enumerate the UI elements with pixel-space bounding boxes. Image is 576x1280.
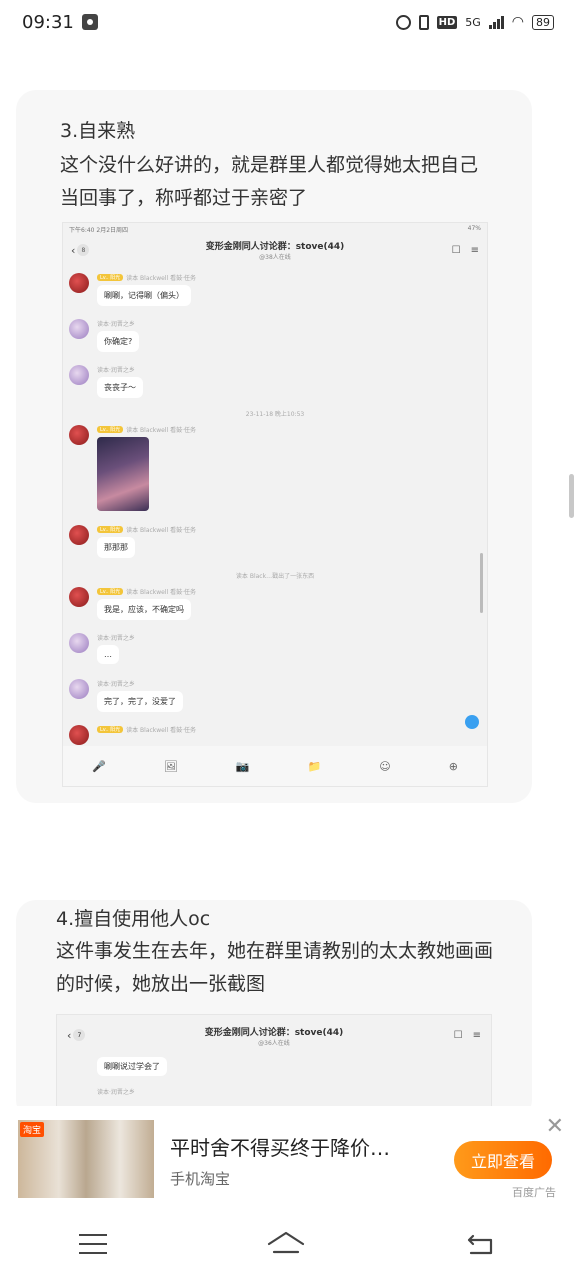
ad-title[interactable]: 平时舍不得买终于降价… [170, 1132, 440, 1161]
menu-icon: ≡ [472, 1029, 481, 1041]
alarm-icon [395, 14, 411, 30]
message-meta: 读本·润晋之乡 [97, 1089, 135, 1096]
system-nav-bar [0, 1208, 576, 1280]
plus-icon: ⊕ [448, 759, 458, 773]
chat-message: Lv.. 阳光 读本 Blackwell 看鼓·任务 那那那 [69, 525, 196, 558]
shot-chat-header: ‹ 7 变形金刚同人讨论群：stove(44) @36人在线 ☐ ≡ [57, 1015, 491, 1055]
embedded-chat-screenshot[interactable]: 下午6:40 2月2日周四 47% ‹ 8 变形金刚同人讨论群：stove(44… [62, 222, 488, 787]
close-icon[interactable]: ✕ [546, 1114, 564, 1139]
avatar [69, 725, 89, 745]
message-bubble: 你确定? [97, 331, 140, 352]
avatar [69, 679, 89, 699]
back-icon[interactable] [465, 1231, 497, 1257]
ad-banner[interactable]: 淘宝 平时舍不得买终于降价… 手机淘宝 立即查看 ✕ 百度广告 [0, 1106, 576, 1208]
ad-label: 百度广告 [512, 1186, 556, 1199]
avatar [69, 365, 89, 385]
shot-status-bar: 下午6:40 2月2日周四 47% [69, 225, 481, 234]
shared-image[interactable] [97, 437, 149, 511]
signal-icon [488, 15, 504, 29]
chat-message: 读本·润晋之乡 你确定? [69, 319, 140, 352]
message-bubble: … [97, 645, 119, 664]
message-bubble: 唰唰说过学会了 [97, 1057, 167, 1076]
edit-icon: ☐ [453, 1029, 463, 1041]
post-card-4: 4.擅自使用他人oc 这件事发生在去年，她在群里请教别的太太教她画画的时候，她放… [16, 900, 532, 1120]
post-card-3: 3.自来熟 这个没什么好讲的，就是群里人都觉得她太把自己当回事了，称呼都过于亲密… [16, 90, 532, 803]
section-title: 3.自来熟 [60, 120, 136, 142]
shot-chat-header: ‹ 8 变形金刚同人讨论群：stove(44) @38人在线 ☐ ≡ [63, 235, 487, 265]
file-icon: 📁 [307, 759, 322, 773]
hd-icon: HD [436, 15, 458, 29]
wifi-icon: ◠ [511, 14, 524, 30]
vibrate-icon [418, 14, 429, 30]
section-text: 这个没什么好讲的，就是群里人都觉得她太把自己当回事了，称呼都过于亲密了 [60, 154, 479, 209]
new-message-indicator [465, 715, 479, 729]
status-icons: HD 5G ◠ 89 [395, 14, 554, 30]
voice-icon: 🎤 [92, 759, 106, 773]
emoji-icon: ☺ [379, 759, 391, 773]
group-subtitle: @36人在线 [258, 1040, 290, 1047]
page-scrollbar[interactable] [569, 474, 574, 518]
chat-message: 读本·润晋之乡 … [69, 633, 135, 664]
avatar [69, 587, 89, 607]
chat-scrollbar [480, 553, 483, 613]
avatar [69, 273, 89, 293]
section-text: 这件事发生在去年，她在群里请教别的太太教她画画的时候，她放出一张截图 [56, 940, 494, 995]
group-title: 变形金刚同人讨论群：stove(44) [205, 242, 345, 252]
ad-source: 手机淘宝 [170, 1170, 231, 1188]
view-now-button[interactable]: 立即查看 [454, 1141, 552, 1179]
avatar [69, 633, 89, 653]
message-bubble: 唰唰，记得唰（偏头） [97, 285, 191, 306]
system-time: 23-11-18 晚上10:53 [245, 411, 305, 418]
status-time: 09:31 [22, 11, 74, 33]
section-title: 4.擅自使用他人oc [56, 908, 211, 930]
chat-message: Lv.. 阳光 读本 Blackwell 看鼓·任务 我是，应该，不确定吗 [69, 587, 196, 620]
message-bubble: 完了，完了，没爱了 [97, 691, 183, 712]
chat-message: Lv.. 阳光 读本 Blackwell 看鼓·任务 唰唰，记得唰（偏头） [69, 273, 196, 306]
chat-message: 读本·润晋之乡 丧丧子～ [69, 365, 143, 398]
screen-record-icon [81, 14, 98, 30]
avatar [69, 425, 89, 445]
menu-icon: ≡ [470, 244, 479, 256]
group-subtitle: @38人在线 [259, 254, 291, 261]
message-bubble: 那那那 [97, 537, 135, 558]
status-bar: 09:31 HD 5G ◠ 89 [0, 0, 576, 44]
message-bubble: 丧丧子～ [97, 377, 143, 398]
avatar [69, 319, 89, 339]
embedded-chat-screenshot-2[interactable]: ‹ 7 变形金刚同人讨论群：stove(44) @36人在线 ☐ ≡ 唰唰说过学… [56, 1014, 492, 1120]
camera-icon: 📷 [235, 759, 250, 773]
group-title: 变形金刚同人讨论群：stove(44) [204, 1028, 344, 1038]
chat-message: 读本·润晋之乡 完了，完了，没爱了 [69, 679, 183, 712]
battery-icon: 89 [532, 14, 554, 30]
edit-icon: ☐ [451, 244, 461, 256]
chat-message: Lv.. 阳光 读本 Blackwell 看鼓·任务 [69, 725, 196, 745]
message-bubble: 我是，应该，不确定吗 [97, 599, 191, 620]
ad-image[interactable]: 淘宝 [18, 1120, 154, 1198]
chat-toolbar: 🎤 🖼 📷 📁 ☺ ⊕ [63, 746, 487, 786]
taobao-logo: 淘宝 [20, 1122, 45, 1137]
avatar [69, 525, 89, 545]
network-type: 5G [465, 15, 481, 29]
system-notice: 读本 Black…戳出了一张东西 [235, 573, 315, 580]
home-icon[interactable] [266, 1230, 306, 1258]
menu-icon[interactable] [79, 1234, 108, 1254]
chat-message: Lv.. 阳光 读本 Blackwell 看鼓·任务 [69, 425, 196, 511]
image-icon: 🖼 [163, 759, 178, 773]
